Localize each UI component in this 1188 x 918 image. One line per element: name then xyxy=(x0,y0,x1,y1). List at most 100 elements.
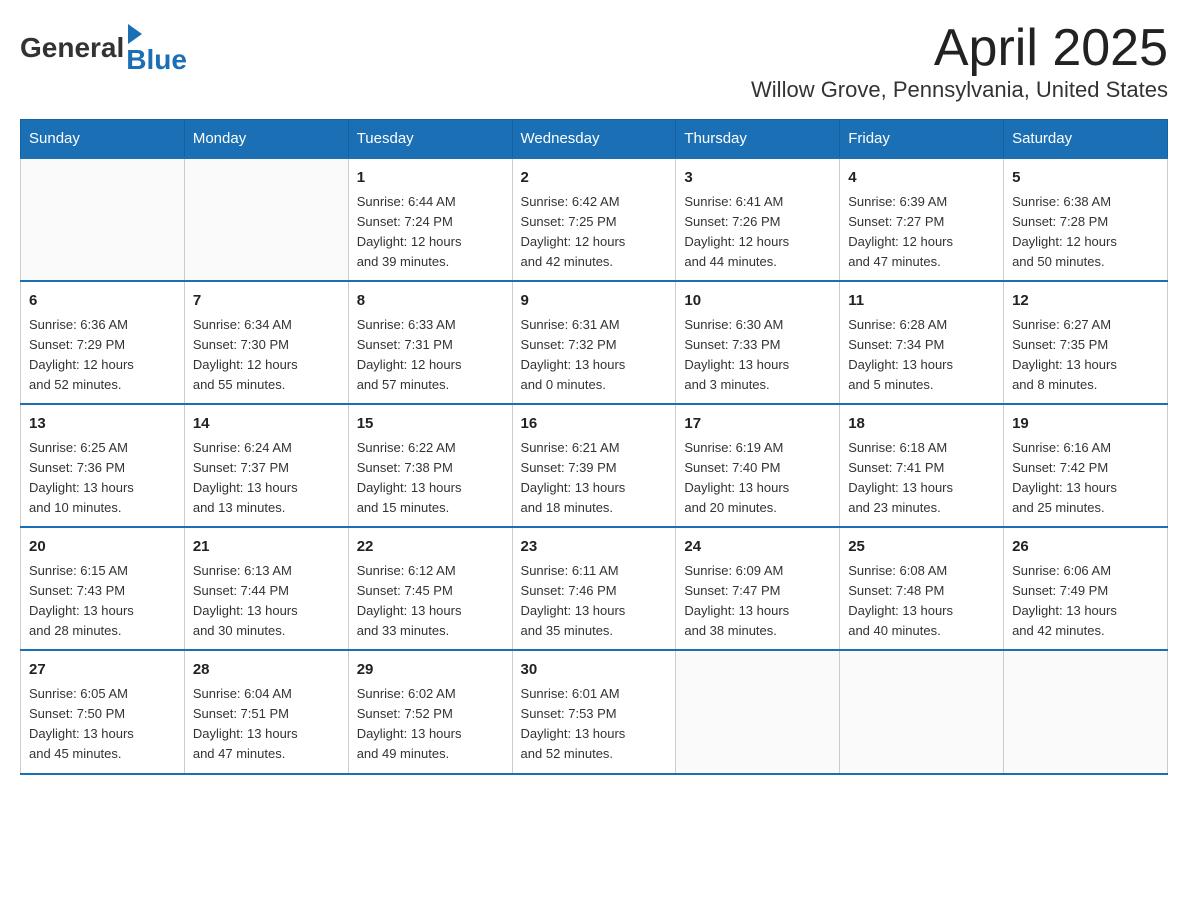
day-info: Sunrise: 6:31 AMSunset: 7:32 PMDaylight:… xyxy=(521,315,668,396)
day-number: 26 xyxy=(1012,536,1159,559)
day-info: Sunrise: 6:01 AMSunset: 7:53 PMDaylight:… xyxy=(521,684,668,765)
day-info: Sunrise: 6:36 AMSunset: 7:29 PMDaylight:… xyxy=(29,315,176,396)
calendar-cell: 6Sunrise: 6:36 AMSunset: 7:29 PMDaylight… xyxy=(21,281,185,404)
day-number: 5 xyxy=(1012,167,1159,190)
day-info: Sunrise: 6:06 AMSunset: 7:49 PMDaylight:… xyxy=(1012,561,1159,642)
calendar-body: 1Sunrise: 6:44 AMSunset: 7:24 PMDaylight… xyxy=(21,158,1168,773)
day-info: Sunrise: 6:39 AMSunset: 7:27 PMDaylight:… xyxy=(848,192,995,273)
day-number: 24 xyxy=(684,536,831,559)
day-number: 11 xyxy=(848,290,995,313)
calendar-cell: 22Sunrise: 6:12 AMSunset: 7:45 PMDayligh… xyxy=(348,527,512,650)
day-number: 16 xyxy=(521,413,668,436)
day-number: 23 xyxy=(521,536,668,559)
calendar-cell: 2Sunrise: 6:42 AMSunset: 7:25 PMDaylight… xyxy=(512,158,676,281)
calendar-cell: 1Sunrise: 6:44 AMSunset: 7:24 PMDaylight… xyxy=(348,158,512,281)
day-info: Sunrise: 6:34 AMSunset: 7:30 PMDaylight:… xyxy=(193,315,340,396)
day-info: Sunrise: 6:18 AMSunset: 7:41 PMDaylight:… xyxy=(848,438,995,519)
day-number: 18 xyxy=(848,413,995,436)
day-number: 27 xyxy=(29,659,176,682)
calendar-cell: 9Sunrise: 6:31 AMSunset: 7:32 PMDaylight… xyxy=(512,281,676,404)
day-number: 14 xyxy=(193,413,340,436)
weekday-header-sunday: Sunday xyxy=(21,120,185,159)
calendar-cell: 30Sunrise: 6:01 AMSunset: 7:53 PMDayligh… xyxy=(512,650,676,773)
calendar-cell: 17Sunrise: 6:19 AMSunset: 7:40 PMDayligh… xyxy=(676,404,840,527)
day-info: Sunrise: 6:16 AMSunset: 7:42 PMDaylight:… xyxy=(1012,438,1159,519)
day-info: Sunrise: 6:02 AMSunset: 7:52 PMDaylight:… xyxy=(357,684,504,765)
logo-blue-text: Blue xyxy=(126,44,187,76)
weekday-header-tuesday: Tuesday xyxy=(348,120,512,159)
calendar-cell: 11Sunrise: 6:28 AMSunset: 7:34 PMDayligh… xyxy=(840,281,1004,404)
day-info: Sunrise: 6:22 AMSunset: 7:38 PMDaylight:… xyxy=(357,438,504,519)
calendar-cell: 4Sunrise: 6:39 AMSunset: 7:27 PMDaylight… xyxy=(840,158,1004,281)
day-info: Sunrise: 6:44 AMSunset: 7:24 PMDaylight:… xyxy=(357,192,504,273)
day-number: 7 xyxy=(193,290,340,313)
calendar-cell: 7Sunrise: 6:34 AMSunset: 7:30 PMDaylight… xyxy=(184,281,348,404)
day-info: Sunrise: 6:11 AMSunset: 7:46 PMDaylight:… xyxy=(521,561,668,642)
day-info: Sunrise: 6:12 AMSunset: 7:45 PMDaylight:… xyxy=(357,561,504,642)
day-number: 2 xyxy=(521,167,668,190)
day-number: 17 xyxy=(684,413,831,436)
calendar-cell: 21Sunrise: 6:13 AMSunset: 7:44 PMDayligh… xyxy=(184,527,348,650)
calendar-week-4: 20Sunrise: 6:15 AMSunset: 7:43 PMDayligh… xyxy=(21,527,1168,650)
calendar-week-5: 27Sunrise: 6:05 AMSunset: 7:50 PMDayligh… xyxy=(21,650,1168,773)
location-title: Willow Grove, Pennsylvania, United State… xyxy=(751,77,1168,103)
calendar-cell: 8Sunrise: 6:33 AMSunset: 7:31 PMDaylight… xyxy=(348,281,512,404)
month-title: April 2025 xyxy=(751,20,1168,77)
day-info: Sunrise: 6:30 AMSunset: 7:33 PMDaylight:… xyxy=(684,315,831,396)
day-number: 6 xyxy=(29,290,176,313)
calendar-cell: 24Sunrise: 6:09 AMSunset: 7:47 PMDayligh… xyxy=(676,527,840,650)
calendar-cell: 16Sunrise: 6:21 AMSunset: 7:39 PMDayligh… xyxy=(512,404,676,527)
calendar-cell xyxy=(1004,650,1168,773)
calendar-cell: 3Sunrise: 6:41 AMSunset: 7:26 PMDaylight… xyxy=(676,158,840,281)
calendar-cell: 19Sunrise: 6:16 AMSunset: 7:42 PMDayligh… xyxy=(1004,404,1168,527)
day-info: Sunrise: 6:24 AMSunset: 7:37 PMDaylight:… xyxy=(193,438,340,519)
page-header: General Blue April 2025 Willow Grove, Pe… xyxy=(20,20,1168,103)
calendar-cell: 14Sunrise: 6:24 AMSunset: 7:37 PMDayligh… xyxy=(184,404,348,527)
calendar-week-1: 1Sunrise: 6:44 AMSunset: 7:24 PMDaylight… xyxy=(21,158,1168,281)
weekday-header-monday: Monday xyxy=(184,120,348,159)
day-info: Sunrise: 6:27 AMSunset: 7:35 PMDaylight:… xyxy=(1012,315,1159,396)
weekday-header-wednesday: Wednesday xyxy=(512,120,676,159)
day-number: 1 xyxy=(357,167,504,190)
day-info: Sunrise: 6:42 AMSunset: 7:25 PMDaylight:… xyxy=(521,192,668,273)
logo: General Blue xyxy=(20,20,187,76)
calendar-cell xyxy=(840,650,1004,773)
calendar-cell: 15Sunrise: 6:22 AMSunset: 7:38 PMDayligh… xyxy=(348,404,512,527)
calendar-cell: 18Sunrise: 6:18 AMSunset: 7:41 PMDayligh… xyxy=(840,404,1004,527)
calendar-cell xyxy=(676,650,840,773)
calendar-cell xyxy=(184,158,348,281)
day-info: Sunrise: 6:04 AMSunset: 7:51 PMDaylight:… xyxy=(193,684,340,765)
day-info: Sunrise: 6:21 AMSunset: 7:39 PMDaylight:… xyxy=(521,438,668,519)
day-number: 8 xyxy=(357,290,504,313)
day-number: 30 xyxy=(521,659,668,682)
day-info: Sunrise: 6:08 AMSunset: 7:48 PMDaylight:… xyxy=(848,561,995,642)
calendar-cell: 25Sunrise: 6:08 AMSunset: 7:48 PMDayligh… xyxy=(840,527,1004,650)
calendar-cell: 13Sunrise: 6:25 AMSunset: 7:36 PMDayligh… xyxy=(21,404,185,527)
day-number: 20 xyxy=(29,536,176,559)
logo-general-text: General xyxy=(20,32,124,64)
calendar-cell: 26Sunrise: 6:06 AMSunset: 7:49 PMDayligh… xyxy=(1004,527,1168,650)
calendar-cell: 27Sunrise: 6:05 AMSunset: 7:50 PMDayligh… xyxy=(21,650,185,773)
calendar-cell: 28Sunrise: 6:04 AMSunset: 7:51 PMDayligh… xyxy=(184,650,348,773)
day-number: 21 xyxy=(193,536,340,559)
calendar-cell: 20Sunrise: 6:15 AMSunset: 7:43 PMDayligh… xyxy=(21,527,185,650)
day-info: Sunrise: 6:38 AMSunset: 7:28 PMDaylight:… xyxy=(1012,192,1159,273)
day-info: Sunrise: 6:09 AMSunset: 7:47 PMDaylight:… xyxy=(684,561,831,642)
day-info: Sunrise: 6:28 AMSunset: 7:34 PMDaylight:… xyxy=(848,315,995,396)
calendar-week-2: 6Sunrise: 6:36 AMSunset: 7:29 PMDaylight… xyxy=(21,281,1168,404)
day-number: 19 xyxy=(1012,413,1159,436)
calendar-cell: 29Sunrise: 6:02 AMSunset: 7:52 PMDayligh… xyxy=(348,650,512,773)
day-info: Sunrise: 6:15 AMSunset: 7:43 PMDaylight:… xyxy=(29,561,176,642)
weekday-header-row: SundayMondayTuesdayWednesdayThursdayFrid… xyxy=(21,120,1168,159)
calendar-cell xyxy=(21,158,185,281)
calendar-cell: 23Sunrise: 6:11 AMSunset: 7:46 PMDayligh… xyxy=(512,527,676,650)
day-number: 22 xyxy=(357,536,504,559)
calendar-cell: 12Sunrise: 6:27 AMSunset: 7:35 PMDayligh… xyxy=(1004,281,1168,404)
day-info: Sunrise: 6:33 AMSunset: 7:31 PMDaylight:… xyxy=(357,315,504,396)
day-number: 4 xyxy=(848,167,995,190)
calendar-cell: 5Sunrise: 6:38 AMSunset: 7:28 PMDaylight… xyxy=(1004,158,1168,281)
logo-arrow-icon xyxy=(128,24,142,44)
calendar-cell: 10Sunrise: 6:30 AMSunset: 7:33 PMDayligh… xyxy=(676,281,840,404)
day-number: 12 xyxy=(1012,290,1159,313)
day-number: 10 xyxy=(684,290,831,313)
